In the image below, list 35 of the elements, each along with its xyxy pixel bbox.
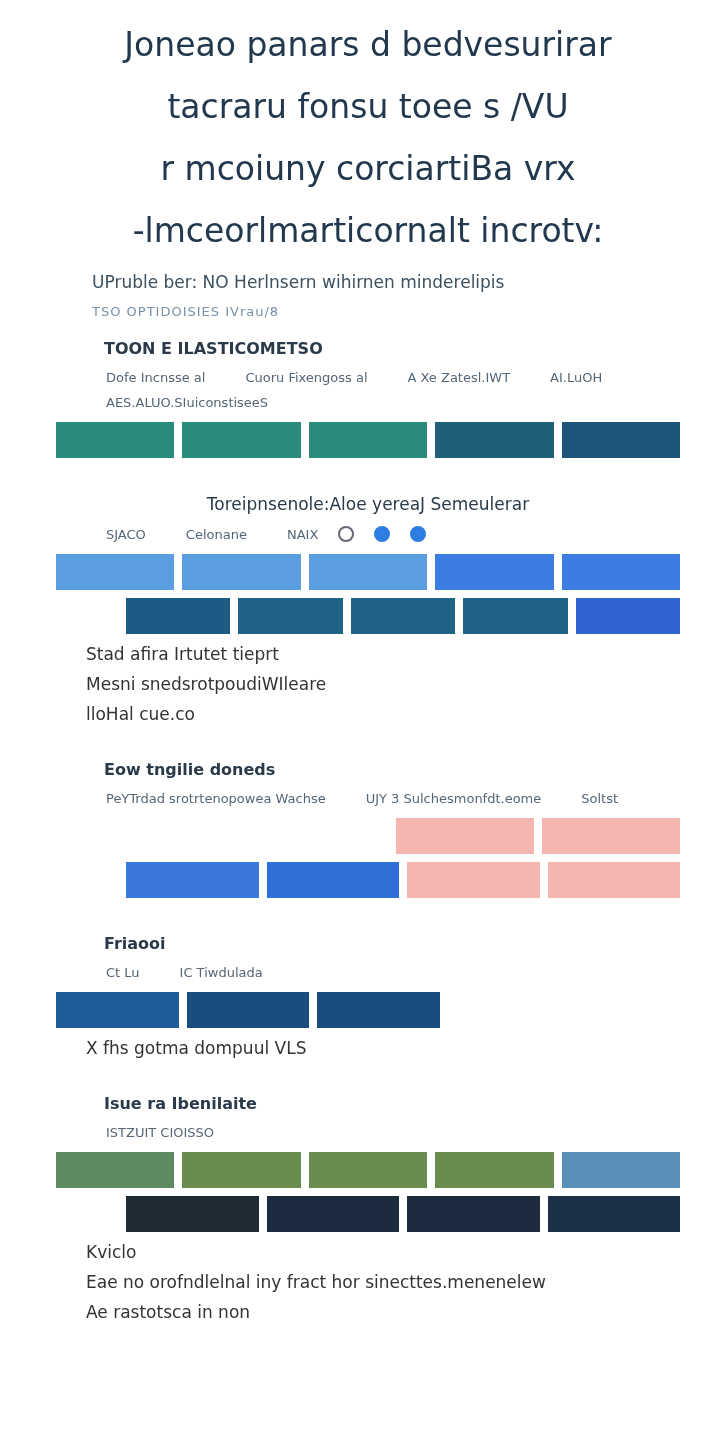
radio-button[interactable] <box>374 526 391 542</box>
label: Celonane <box>185 526 247 542</box>
label: ISTZUIT CIOISSO <box>106 1125 215 1140</box>
caption: TSO OPTIDOISIES IVrau/8 <box>92 304 281 319</box>
label: IC Tiwdulada <box>179 965 263 980</box>
label: Soltst <box>581 791 619 806</box>
section-heading: Friaooi <box>104 934 167 953</box>
label: NAIX <box>286 526 319 542</box>
note-text: Mesni snedsrotpoudiWIleare <box>86 674 328 694</box>
headline: Joneao panars d bedvesurirar <box>121 24 613 66</box>
note-text: X fhs gotma dompuul VLS <box>86 1038 308 1058</box>
label: Cuoru Fixengoss al <box>245 370 368 385</box>
radio-button[interactable] <box>410 526 427 542</box>
label: A Xe Zatesl.IWT <box>407 370 511 385</box>
section-heading: Eow tngilie doneds <box>104 760 277 779</box>
note-text: Stad afira Irtutet tieprt <box>86 644 280 664</box>
headline: r mcoiuny corciartiBa vrx <box>159 148 577 190</box>
label: AES.ALUO.SIuiconstiseeS <box>106 395 269 410</box>
note-text: Ae rastotsca in non <box>86 1302 252 1322</box>
section-heading: TOON E ILASTICOMETSO <box>104 339 324 358</box>
note-text: lloHal cue.co <box>86 704 196 724</box>
label: AI.LuOH <box>550 370 603 385</box>
note-text: Kviclo <box>86 1242 138 1262</box>
label: SJACO <box>106 526 146 542</box>
headline: -lmceorlmarticornalt incrotv: <box>131 210 605 252</box>
label: PeYTrdad srotrtenopowea Wachse <box>106 791 326 806</box>
label: Ct Lu <box>106 965 140 980</box>
headline: tacraru fonsu toee s /VU <box>166 86 570 128</box>
label: Dofe Incnsse al <box>106 370 206 385</box>
radio-button[interactable] <box>338 526 355 542</box>
section-heading: Isue ra Ibenilaite <box>104 1094 258 1113</box>
subtitle: UPruble ber: NO Herlnsern wihirnen minderelipis <box>92 272 506 292</box>
label: UJY 3 Sulchesmonfdt.eome <box>365 791 542 806</box>
section-heading: Toreipnsenole:Aloe yereaJ Semeulerar <box>205 494 531 514</box>
note-text: Eae no orofndlelnal iny fract hor sinecttes.menenelew <box>86 1272 547 1292</box>
